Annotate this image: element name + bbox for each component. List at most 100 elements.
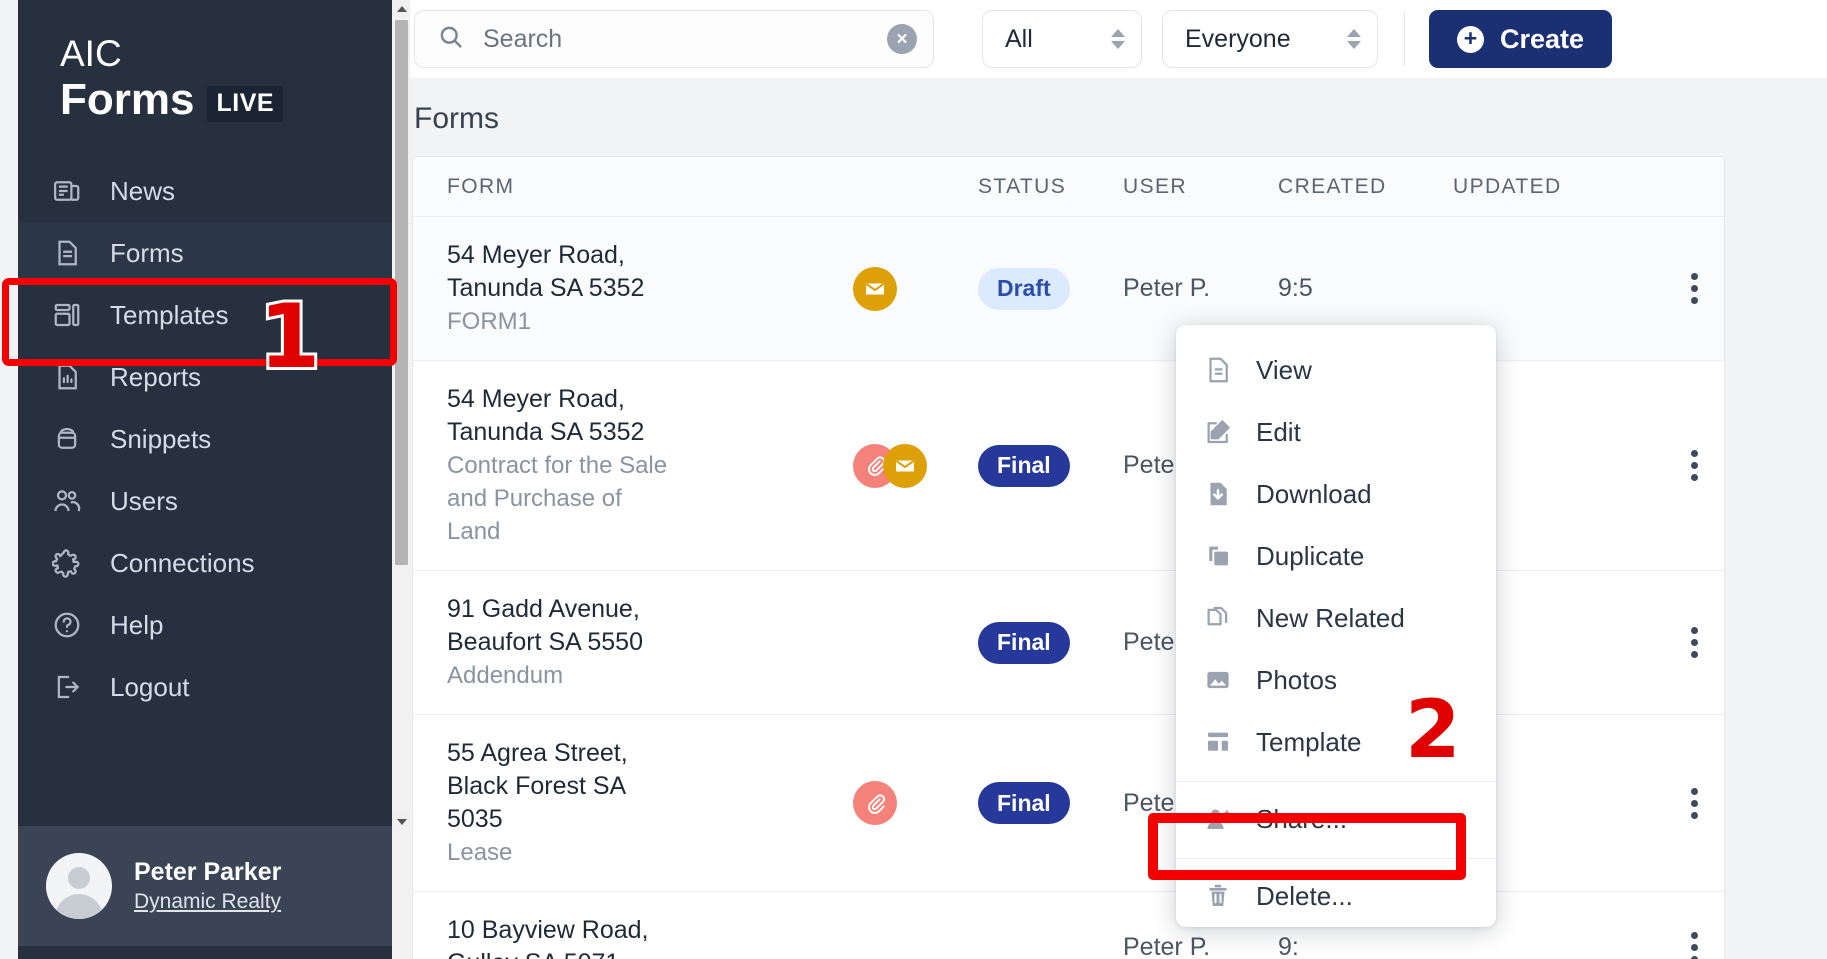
sidebar-item-help[interactable]: Help: [18, 594, 410, 656]
clear-search-icon[interactable]: ×: [887, 24, 917, 54]
row-menu-button[interactable]: [1691, 450, 1698, 481]
status-cell: Final: [978, 782, 1123, 824]
sidebar-item-label: Reports: [110, 361, 202, 392]
context-menu-item-view[interactable]: View: [1176, 339, 1496, 401]
document-icon: [1202, 354, 1234, 386]
table-row[interactable]: 10 Bayview Road, Gulley SA 5071 Peter P.…: [413, 892, 1724, 959]
download-icon: [1202, 478, 1234, 510]
sidebar-item-label: News: [110, 175, 176, 206]
attachment-icon[interactable]: [853, 781, 897, 825]
chevron-updown-icon: [1111, 29, 1125, 49]
table-row[interactable]: 54 Meyer Road, Tanunda SA 5352 FORM1 Dra…: [413, 217, 1724, 361]
annotation-step-1: 1: [256, 285, 323, 388]
context-menu-separator: [1176, 781, 1496, 782]
user-name: Peter Parker: [134, 858, 282, 886]
column-header-user: USER: [1123, 174, 1187, 198]
form-cell: 55 Agrea Street, Black Forest SA 5035 Le…: [413, 715, 833, 891]
form-cell: 10 Bayview Road, Gulley SA 5071: [413, 892, 833, 959]
column-header-updated: UPDATED: [1453, 174, 1562, 198]
status-cell: Draft: [978, 267, 1123, 310]
form-address: 54 Meyer Road, Tanunda SA 5352: [447, 241, 645, 302]
snippets-icon: [50, 422, 84, 456]
logout-icon: [50, 670, 84, 704]
sidebar-item-connections[interactable]: Connections: [18, 532, 410, 594]
context-menu-item-new-related[interactable]: New Related: [1176, 587, 1496, 649]
help-icon: [50, 608, 84, 642]
context-menu-separator: [1176, 858, 1496, 859]
sidebar-item-label: Templates: [110, 299, 229, 330]
sidebar: AIC Forms LIVE News Forms Templates Repo…: [18, 0, 410, 959]
photo-icon: [1202, 664, 1234, 696]
form-subtitle: Lease: [447, 839, 513, 866]
context-menu-item-delete[interactable]: Delete...: [1176, 865, 1496, 927]
row-menu-cell: [1653, 627, 1724, 658]
pencil-square-icon: [1202, 416, 1234, 448]
row-menu-button[interactable]: [1691, 787, 1698, 819]
context-menu-label: New Related: [1256, 602, 1405, 633]
context-menu-item-duplicate[interactable]: Duplicate: [1176, 525, 1496, 587]
plus-icon: +: [1457, 25, 1484, 53]
context-menu-label: Share...: [1256, 803, 1348, 834]
sidebar-item-templates[interactable]: Templates: [18, 284, 410, 346]
status-badge: Final: [978, 782, 1070, 824]
status-badge: Draft: [978, 267, 1070, 310]
sidebar-item-reports[interactable]: Reports: [18, 346, 410, 408]
mail-icon[interactable]: [883, 443, 927, 488]
context-menu-label: View: [1256, 354, 1312, 385]
user-organisation-link[interactable]: Dynamic Realty: [134, 889, 281, 915]
search-box[interactable]: ×: [414, 10, 934, 68]
form-cell: 54 Meyer Road, Tanunda SA 5352 Contract …: [413, 361, 833, 570]
status-cell: Final: [978, 444, 1123, 487]
sidebar-item-label: Users: [110, 485, 178, 516]
scroll-up-icon[interactable]: [393, 0, 410, 17]
table-header-row: FORM STATUS USER CREATED UPDATED: [413, 157, 1724, 217]
context-menu-item-edit[interactable]: Edit: [1176, 401, 1496, 463]
owner-filter-select[interactable]: Everyone: [1162, 10, 1378, 68]
form-subtitle: Addendum: [447, 662, 564, 689]
context-menu-item-download[interactable]: Download: [1176, 463, 1496, 525]
sidebar-item-logout[interactable]: Logout: [18, 656, 410, 718]
sidebar-item-forms[interactable]: Forms: [18, 222, 410, 284]
column-header-status: STATUS: [978, 174, 1067, 198]
sidebar-scrollbar[interactable]: [393, 0, 410, 830]
form-address: 91 Gadd Avenue, Beaufort SA 5550: [447, 595, 643, 656]
create-button-label: Create: [1500, 23, 1585, 54]
search-input[interactable]: [483, 24, 869, 54]
mail-icon[interactable]: [853, 266, 897, 311]
context-menu-item-share[interactable]: Share...: [1176, 788, 1496, 850]
context-menu-label: Duplicate: [1256, 540, 1365, 571]
row-menu-button[interactable]: [1691, 931, 1698, 959]
users-icon: [50, 484, 84, 518]
table-row[interactable]: 55 Agrea Street, Black Forest SA 5035 Le…: [413, 715, 1724, 892]
form-address: 10 Bayview Road, Gulley SA 5071: [447, 916, 649, 959]
status-badge: Final: [978, 444, 1070, 487]
context-menu-label: Download: [1256, 478, 1372, 509]
content-area: Forms FORM STATUS USER CREATED UPDATED 5…: [410, 78, 1827, 959]
context-menu-label: Template: [1256, 726, 1362, 757]
sidebar-item-users[interactable]: Users: [18, 470, 410, 532]
sidebar-item-snippets[interactable]: Snippets: [18, 408, 410, 470]
user-cell: Peter P.: [1123, 932, 1211, 959]
brand-logo: AIC Forms LIVE: [18, 0, 410, 124]
sidebar-item-news[interactable]: News: [18, 160, 410, 222]
brand-line-2: Forms: [60, 75, 195, 124]
sidebar-item-label: Logout: [110, 671, 190, 702]
user-profile-card[interactable]: Peter Parker Dynamic Realty: [18, 826, 410, 946]
template-icon: [1202, 726, 1234, 758]
context-menu-label: Edit: [1256, 416, 1301, 447]
scroll-down-icon[interactable]: [393, 813, 410, 830]
table-row[interactable]: 54 Meyer Road, Tanunda SA 5352 Contract …: [413, 361, 1724, 571]
row-menu-button[interactable]: [1691, 273, 1698, 304]
scrollbar-thumb[interactable]: [395, 20, 408, 565]
copy-pages-icon: [1202, 602, 1234, 634]
connections-icon: [50, 546, 84, 580]
annotation-step-2: 2: [1402, 683, 1464, 776]
status-filter-select[interactable]: All: [982, 10, 1142, 68]
table-row[interactable]: 91 Gadd Avenue, Beaufort SA 5550 Addendu…: [413, 571, 1724, 715]
row-menu-button[interactable]: [1691, 627, 1698, 658]
form-subtitle: FORM1: [447, 308, 531, 335]
live-badge: LIVE: [207, 86, 284, 122]
forms-table: FORM STATUS USER CREATED UPDATED 54 Meye…: [412, 156, 1725, 959]
create-button[interactable]: + Create: [1429, 10, 1613, 68]
row-menu-cell: [1653, 450, 1724, 481]
